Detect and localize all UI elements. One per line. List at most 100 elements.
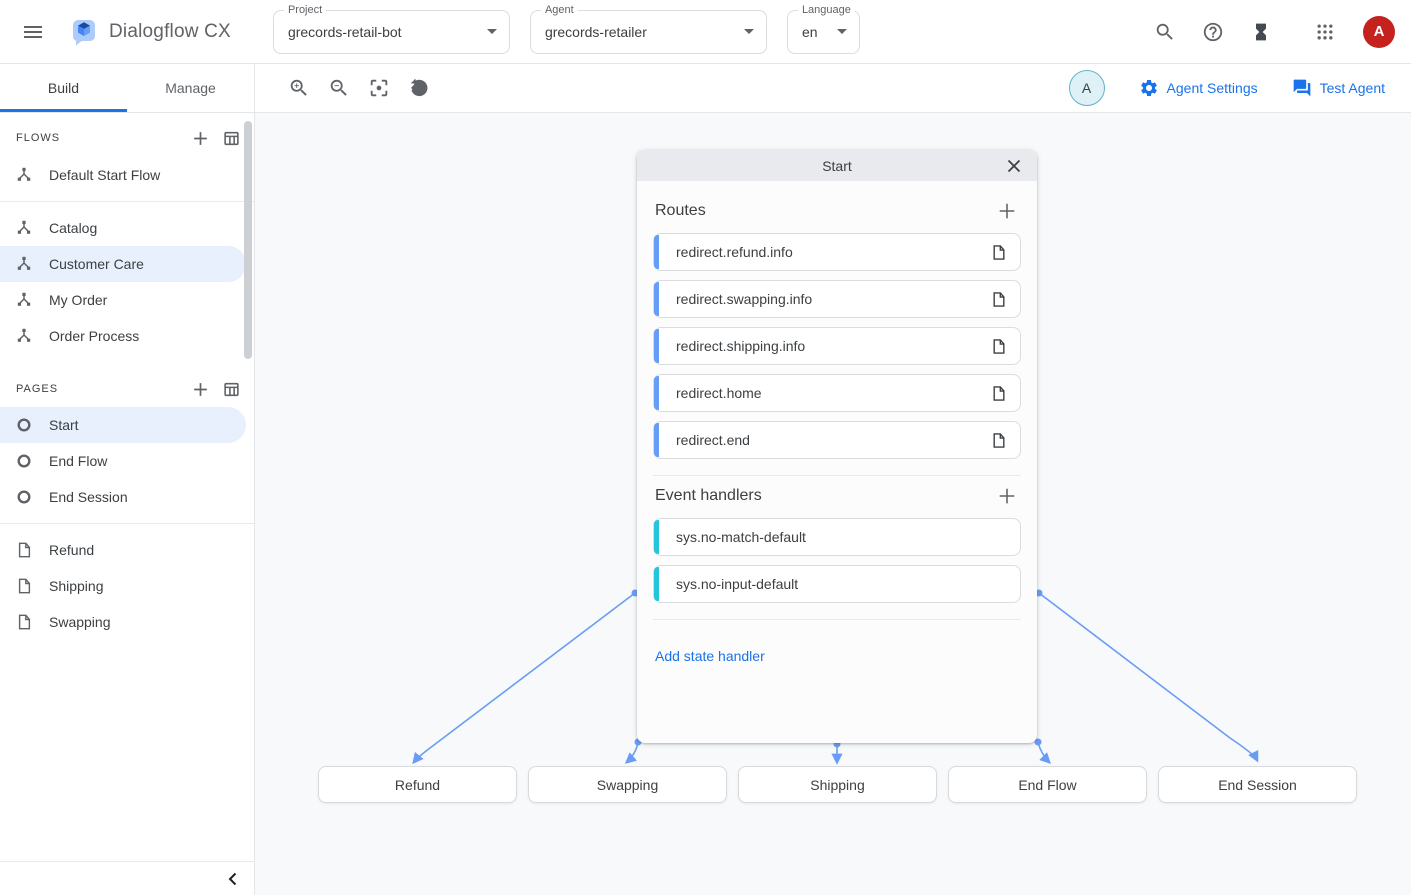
add-route-icon[interactable] [995,199,1019,223]
page-doc-icon [16,542,32,558]
chevron-down-icon [837,29,847,34]
event-handlers-header: Event handlers [655,484,1019,508]
tab-manage[interactable]: Manage [127,64,254,112]
pages-list-view-icon[interactable] [223,381,240,398]
reset-view-icon[interactable] [405,74,433,102]
route-item[interactable]: redirect.home [653,374,1021,412]
language-dropdown[interactable]: Language en [787,10,860,54]
node-refund[interactable]: Refund [318,766,517,803]
sidebar-item-label: Catalog [49,220,97,236]
zoom-out-icon[interactable] [325,74,353,102]
sidebar-item-default-start-flow[interactable]: Default Start Flow [0,157,246,193]
divider [0,201,254,202]
divider [653,475,1021,476]
agent-value: grecords-retailer [545,24,647,40]
event-handler-item[interactable]: sys.no-match-default [653,518,1021,556]
route-item[interactable]: redirect.end [653,421,1021,459]
flow-icon [16,292,32,308]
close-icon[interactable] [1003,155,1025,177]
route-label: redirect.refund.info [676,244,793,260]
collapse-sidebar-icon[interactable] [226,872,240,886]
pages-title: PAGES [16,383,58,395]
panel-header[interactable]: Start [637,150,1037,181]
node-end-flow[interactable]: End Flow [948,766,1147,803]
agent-settings-button[interactable]: Agent Settings [1139,78,1258,98]
flow-icon [16,167,32,183]
flow-icon [16,256,32,272]
apps-grid-icon[interactable] [1305,12,1345,52]
help-icon[interactable] [1193,12,1233,52]
sidebar-item-label: My Order [49,292,107,308]
route-label: redirect.swapping.info [676,291,812,307]
event-handler-label: sys.no-input-default [676,576,798,592]
tab-build[interactable]: Build [0,64,127,112]
flow-icon [16,328,32,344]
sidebar-item-label: Order Process [49,328,139,344]
sidebar: Build Manage FLOWS Default Start Flow [0,64,255,895]
agent-dropdown[interactable]: Agent grecords-retailer [530,10,767,54]
menu-icon[interactable] [9,8,57,56]
sidebar-scrollbar[interactable] [244,121,252,359]
route-item[interactable]: redirect.shipping.info [653,327,1021,365]
sidebar-item-customer-care[interactable]: Customer Care [0,246,246,282]
divider [0,523,254,524]
chat-icon [1292,78,1312,98]
node-swapping[interactable]: Swapping [528,766,727,803]
agent-settings-label: Agent Settings [1167,80,1258,96]
add-state-handler-link[interactable]: Add state handler [655,648,765,664]
sidebar-item-swapping[interactable]: Swapping [0,604,246,640]
agent-avatar-chip[interactable]: A [1069,70,1105,106]
agent-label: Agent [541,4,578,16]
test-agent-button[interactable]: Test Agent [1292,78,1385,98]
flow-icon [16,220,32,236]
start-page-panel: Start Routes redirect.refund.info [637,150,1037,743]
sidebar-item-catalog[interactable]: Catalog [0,210,246,246]
dialogflow-logo-icon [69,17,99,47]
add-event-handler-icon[interactable] [995,484,1019,508]
chevron-down-icon [744,29,754,34]
event-handler-item[interactable]: sys.no-input-default [653,565,1021,603]
node-end-session[interactable]: End Session [1158,766,1357,803]
sidebar-item-end-session[interactable]: End Session [0,479,246,515]
sidebar-item-order-process[interactable]: Order Process [0,318,246,354]
center-focus-icon[interactable] [365,74,393,102]
routes-title: Routes [655,202,706,220]
sidebar-item-label: Swapping [49,614,111,630]
page-doc-icon [992,291,1006,308]
event-handlers-list: sys.no-match-default sys.no-input-defaul… [653,518,1021,603]
test-agent-label: Test Agent [1320,80,1385,96]
routes-list: redirect.refund.info redirect.swapping.i… [653,233,1021,459]
route-item[interactable]: redirect.refund.info [653,233,1021,271]
sidebar-item-shipping[interactable]: Shipping [0,568,246,604]
sidebar-item-label: Default Start Flow [49,167,160,183]
app-title: Dialogflow CX [109,21,231,43]
page-circle-icon [16,417,32,433]
routes-header: Routes [655,199,1019,223]
route-label: redirect.end [676,432,750,448]
sidebar-item-end-flow[interactable]: End Flow [0,443,246,479]
add-page-icon[interactable] [192,381,209,398]
project-dropdown[interactable]: Project grecords-retail-bot [273,10,510,54]
add-flow-icon[interactable] [192,130,209,147]
page-doc-icon [992,432,1006,449]
sidebar-item-refund[interactable]: Refund [0,532,246,568]
route-item[interactable]: redirect.swapping.info [653,280,1021,318]
flows-list-view-icon[interactable] [223,130,240,147]
sidebar-item-label: End Flow [49,453,107,469]
user-avatar[interactable]: A [1363,16,1395,48]
page-doc-icon [992,244,1006,261]
language-label: Language [798,4,855,16]
zoom-in-icon[interactable] [285,74,313,102]
event-handlers-title: Event handlers [655,487,762,505]
route-label: redirect.home [676,385,762,401]
search-icon[interactable] [1145,12,1185,52]
language-value: en [802,24,818,40]
node-shipping[interactable]: Shipping [738,766,937,803]
flow-canvas[interactable]: Start Routes redirect.refund.info [255,113,1411,895]
sidebar-item-my-order[interactable]: My Order [0,282,246,318]
canvas-toolbar: A Agent Settings Test Agent [255,64,1411,113]
page-doc-icon [16,614,32,630]
hourglass-icon[interactable] [1241,12,1281,52]
sidebar-item-start[interactable]: Start [0,407,246,443]
app-header: Dialogflow CX Project grecords-retail-bo… [0,0,1411,64]
